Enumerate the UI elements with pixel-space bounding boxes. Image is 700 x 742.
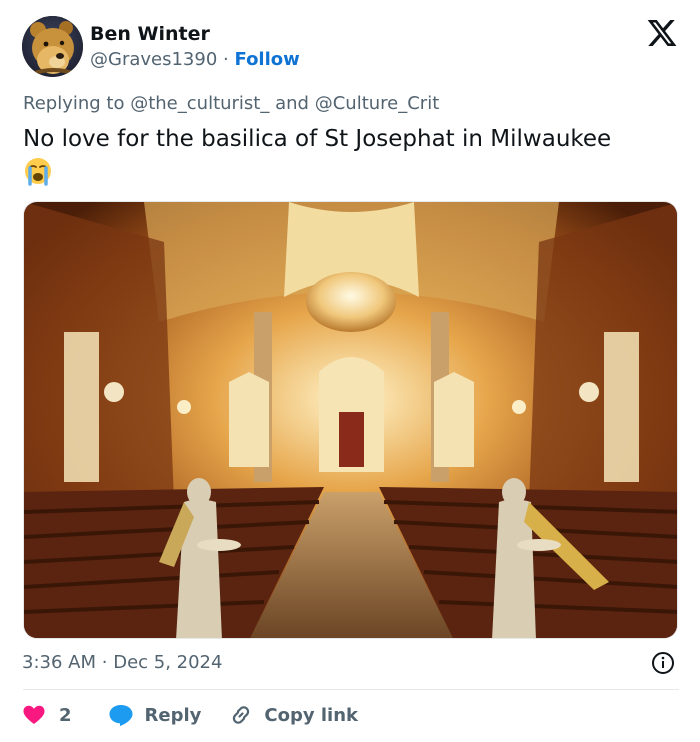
handle-separator: ·	[223, 49, 229, 70]
replying-conjunction: and	[275, 93, 309, 114]
link-icon	[233, 706, 250, 724]
info-icon[interactable]	[651, 651, 675, 675]
x-logo-icon[interactable]	[646, 17, 678, 49]
loudly-crying-face-icon	[23, 156, 53, 186]
replying-to-line: Replying to @the_culturist_ and @Culture…	[23, 93, 439, 114]
bear-avatar-icon	[22, 16, 83, 77]
copy-link-button[interactable]: Copy link	[229, 703, 358, 727]
action-bar: 2 Reply Copy link	[22, 700, 358, 730]
divider	[23, 689, 679, 690]
reply-label: Reply	[144, 704, 202, 726]
tweet-card: Ben Winter @Graves1390 · Follow Replying…	[0, 0, 700, 742]
author-handle[interactable]: @Graves1390	[90, 49, 217, 70]
mention-the-culturist[interactable]: @the_culturist_	[130, 93, 269, 114]
tweet-text: No love for the basilica of St Josephat …	[23, 124, 683, 186]
reply-bubble-icon	[109, 705, 133, 726]
tweet-timestamp[interactable]: 3:36 AM · Dec 5, 2024	[22, 652, 222, 673]
basilica-interior-image	[24, 202, 677, 638]
tweet-date: Dec 5, 2024	[113, 652, 223, 673]
like-count: 2	[59, 704, 72, 726]
reply-button[interactable]: Reply	[108, 703, 202, 727]
replying-prefix: Replying to	[23, 93, 125, 114]
author-block: Ben Winter @Graves1390 · Follow	[90, 22, 300, 72]
heart-icon	[23, 705, 45, 724]
author-display-name[interactable]: Ben Winter	[90, 22, 300, 46]
author-handle-row: @Graves1390 · Follow	[90, 48, 300, 72]
avatar[interactable]	[22, 16, 83, 77]
copy-link-label: Copy link	[264, 704, 358, 726]
follow-button[interactable]: Follow	[235, 49, 300, 70]
tweet-time: 3:36 AM	[22, 652, 96, 673]
timestamp-separator: ·	[101, 652, 108, 673]
tweet-body: No love for the basilica of St Josephat …	[23, 126, 612, 152]
tweet-photo[interactable]	[23, 201, 678, 639]
like-button[interactable]: 2	[22, 703, 72, 727]
mention-culture-crit[interactable]: @Culture_Crit	[315, 93, 440, 114]
